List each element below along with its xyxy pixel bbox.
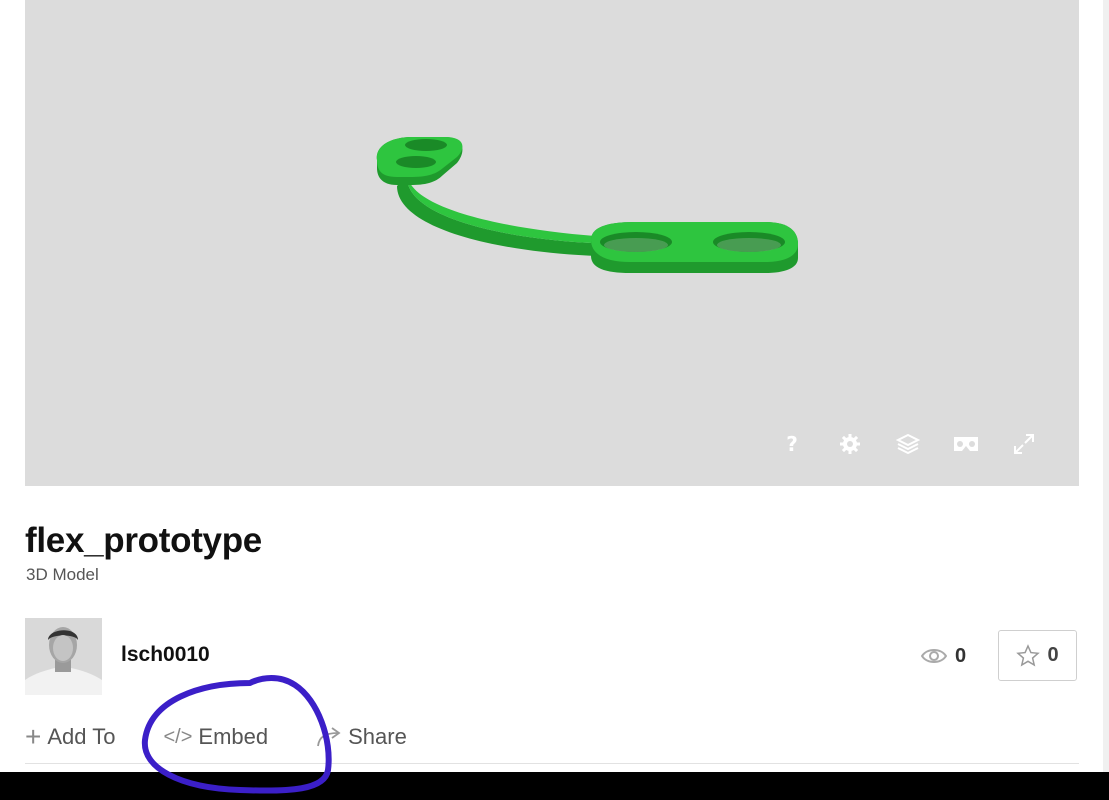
share-button[interactable]: Share bbox=[316, 724, 407, 750]
vr-button[interactable] bbox=[937, 430, 995, 458]
user-photo bbox=[25, 618, 102, 695]
vr-headset-icon bbox=[954, 437, 978, 451]
expand-icon bbox=[1014, 434, 1034, 454]
scrollbar[interactable] bbox=[1103, 0, 1109, 772]
star-icon bbox=[1016, 643, 1041, 667]
embed-label: Embed bbox=[198, 724, 269, 749]
share-arrow-icon bbox=[317, 727, 341, 747]
view-count: 0 bbox=[921, 643, 966, 669]
like-button[interactable]: 0 bbox=[998, 630, 1077, 681]
add-to-button[interactable]: + Add To bbox=[25, 723, 115, 751]
avatar[interactable] bbox=[25, 618, 102, 695]
code-icon: </> bbox=[163, 725, 193, 748]
share-label: Share bbox=[348, 724, 407, 749]
viewer-toolbar: ? bbox=[763, 430, 1053, 458]
action-bar: + Add To </> Embed Share bbox=[25, 722, 407, 752]
divider bbox=[25, 763, 1079, 764]
fullscreen-button[interactable] bbox=[995, 430, 1053, 458]
author-username[interactable]: lsch0010 bbox=[121, 643, 210, 667]
help-button[interactable]: ? bbox=[763, 430, 821, 458]
gear-icon bbox=[840, 434, 860, 454]
model-type-label: 3D Model bbox=[26, 565, 99, 584]
plus-icon: + bbox=[25, 721, 42, 752]
likes-count: 0 bbox=[1047, 644, 1059, 666]
bottom-bar bbox=[0, 772, 1109, 800]
model-render[interactable] bbox=[25, 0, 1079, 486]
settings-button[interactable] bbox=[821, 430, 879, 458]
add-to-label: Add To bbox=[47, 724, 116, 749]
question-icon: ? bbox=[786, 432, 798, 456]
layers-button[interactable] bbox=[879, 430, 937, 458]
layers-icon bbox=[896, 433, 920, 455]
eye-icon bbox=[921, 649, 947, 663]
model-viewer[interactable]: ? bbox=[25, 0, 1079, 486]
embed-button[interactable]: </> Embed bbox=[163, 724, 268, 750]
views-count: 0 bbox=[955, 644, 967, 667]
model-title: flex_prototype bbox=[25, 521, 262, 560]
